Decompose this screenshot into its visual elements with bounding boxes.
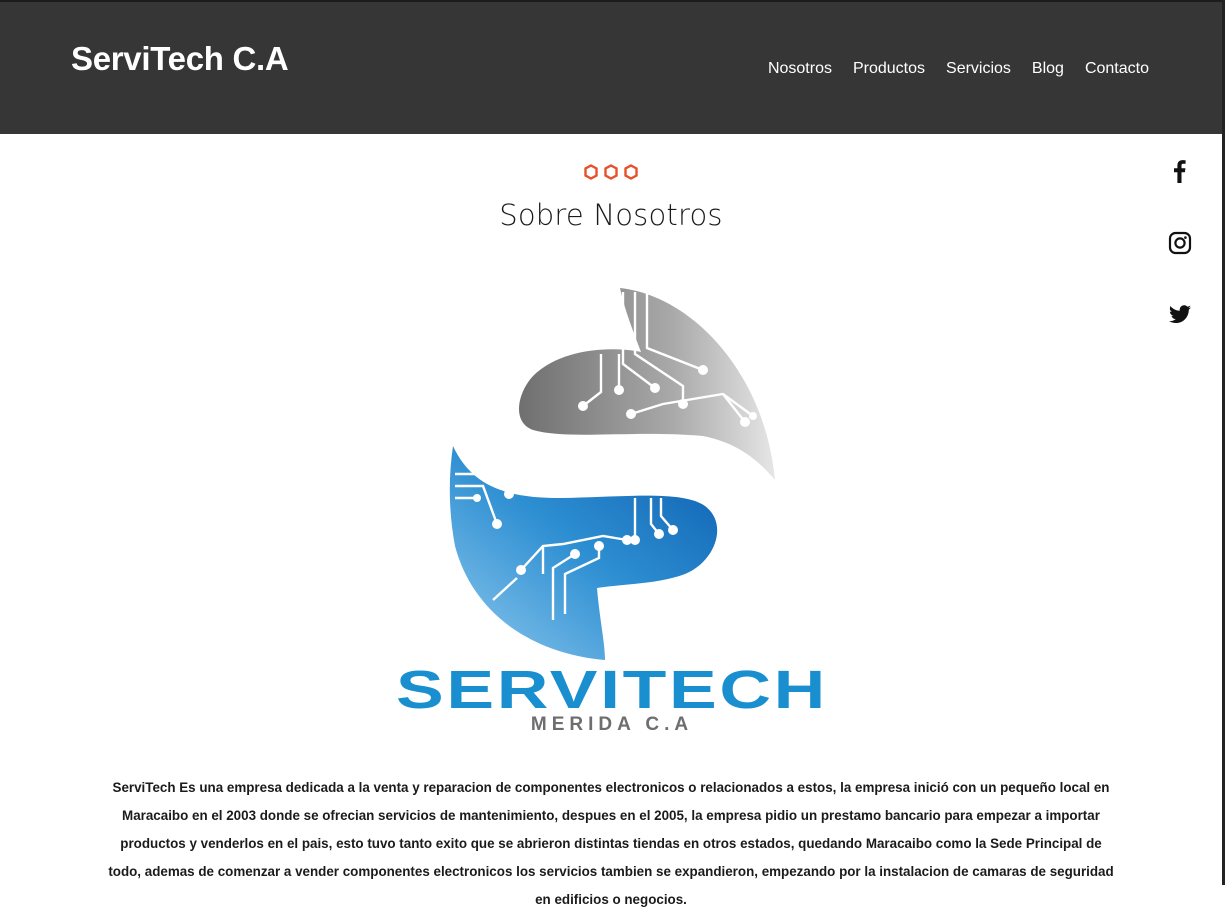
twitter-icon[interactable] — [1166, 300, 1194, 328]
site-header: ServiTech C.A Nosotros Productos Servici… — [0, 2, 1222, 134]
company-logo: SERVITECH MERIDA C.A — [393, 284, 833, 735]
hexagon-icon — [624, 164, 638, 180]
hexagon-icon — [584, 164, 598, 180]
logo-wordmark: SERVITECH — [396, 660, 828, 720]
nav-item-blog[interactable]: Blog — [1032, 60, 1064, 78]
section-title: Sobre Nosotros — [499, 198, 723, 232]
nav-item-servicios[interactable]: Servicios — [946, 60, 1011, 78]
about-paragraph: ServiTech Es una empresa dedicada a la v… — [108, 780, 1114, 908]
brand-title[interactable]: ServiTech C.A — [71, 40, 289, 78]
nav-item-contacto[interactable]: Contacto — [1085, 60, 1149, 78]
hexagon-icon — [604, 164, 618, 180]
instagram-icon[interactable] — [1166, 229, 1194, 257]
logo-subtitle: MERIDA C.A — [531, 714, 693, 734]
facebook-icon[interactable] — [1166, 157, 1194, 185]
section-ornament — [584, 164, 638, 180]
nav-item-productos[interactable]: Productos — [853, 60, 925, 78]
main-nav: Nosotros Productos Servicios Blog Contac… — [768, 60, 1149, 78]
nav-item-nosotros[interactable]: Nosotros — [768, 60, 832, 78]
